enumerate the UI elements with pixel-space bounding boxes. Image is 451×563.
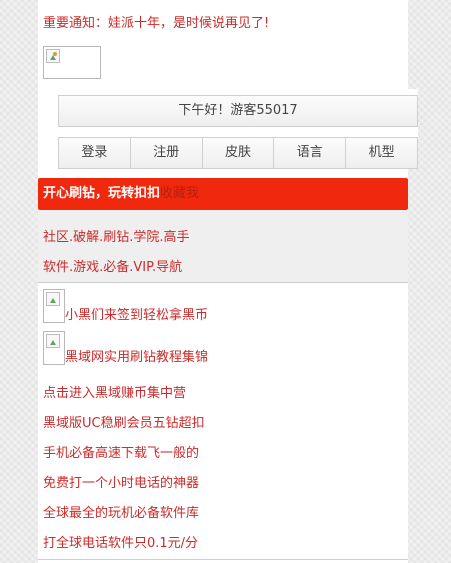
register-button[interactable]: 注册	[131, 138, 203, 168]
nav-section: 社区.破解.刷钻.学院.高手 软件.游戏.必备.VIP.导航	[38, 210, 408, 283]
greeting-bar: 下午好！游客55017	[58, 95, 418, 127]
user-panel: 下午好！游客55017 登录 注册 皮肤 语言 机型	[58, 89, 418, 169]
language-button[interactable]: 语言	[274, 138, 347, 168]
page-container: 重要通知：娃派十年，是时候说再见了! 社区.破解.刷钻.学院.高手 软件.游戏.…	[38, 0, 408, 563]
list-item[interactable]: 免费打一个小时电话的神器	[43, 472, 199, 491]
nav-line-1[interactable]: 社区.破解.刷钻.学院.高手	[43, 226, 190, 245]
list-item[interactable]: 打全球电话软件只0.1元/分	[43, 532, 198, 551]
list-item[interactable]: 全球最全的玩机必备软件库	[43, 502, 199, 521]
link-text[interactable]: 小黑们来签到轻松拿黑币	[65, 308, 208, 323]
broken-image-icon	[46, 292, 60, 306]
notice-link[interactable]: 重要通知：娃派十年，是时候说再见了!	[43, 12, 269, 31]
banner-image[interactable]	[43, 46, 101, 79]
broken-image-icon	[46, 334, 60, 348]
login-button[interactable]: 登录	[59, 138, 131, 168]
promo-banner: 开心刷钻，玩转扣扣收藏我	[38, 178, 408, 210]
list-item[interactable]: 手机必备高速下载飞一般的	[43, 442, 199, 461]
item-image	[43, 289, 65, 323]
list-item[interactable]: 小黑们来签到轻松拿黑币	[43, 289, 208, 323]
promo-text: 开心刷钻，玩转扣扣	[43, 186, 161, 201]
user-menu: 登录 注册 皮肤 语言 机型	[58, 137, 418, 169]
device-button[interactable]: 机型	[346, 138, 417, 168]
list-item[interactable]: 点击进入黑域赚币集中营	[43, 382, 186, 401]
nav-line-2[interactable]: 软件.游戏.必备.VIP.导航	[43, 256, 182, 275]
skin-button[interactable]: 皮肤	[203, 138, 275, 168]
list-item[interactable]: 黑域版UC稳刷会员五钻超扣	[43, 412, 205, 431]
broken-image-icon	[46, 49, 60, 63]
list-item[interactable]: 黑域网实用刷钻教程集锦	[43, 331, 208, 365]
link-text[interactable]: 黑域网实用刷钻教程集锦	[65, 350, 208, 365]
favorite-link[interactable]: 收藏我	[160, 186, 199, 201]
item-image	[43, 331, 65, 365]
divider	[38, 559, 408, 560]
